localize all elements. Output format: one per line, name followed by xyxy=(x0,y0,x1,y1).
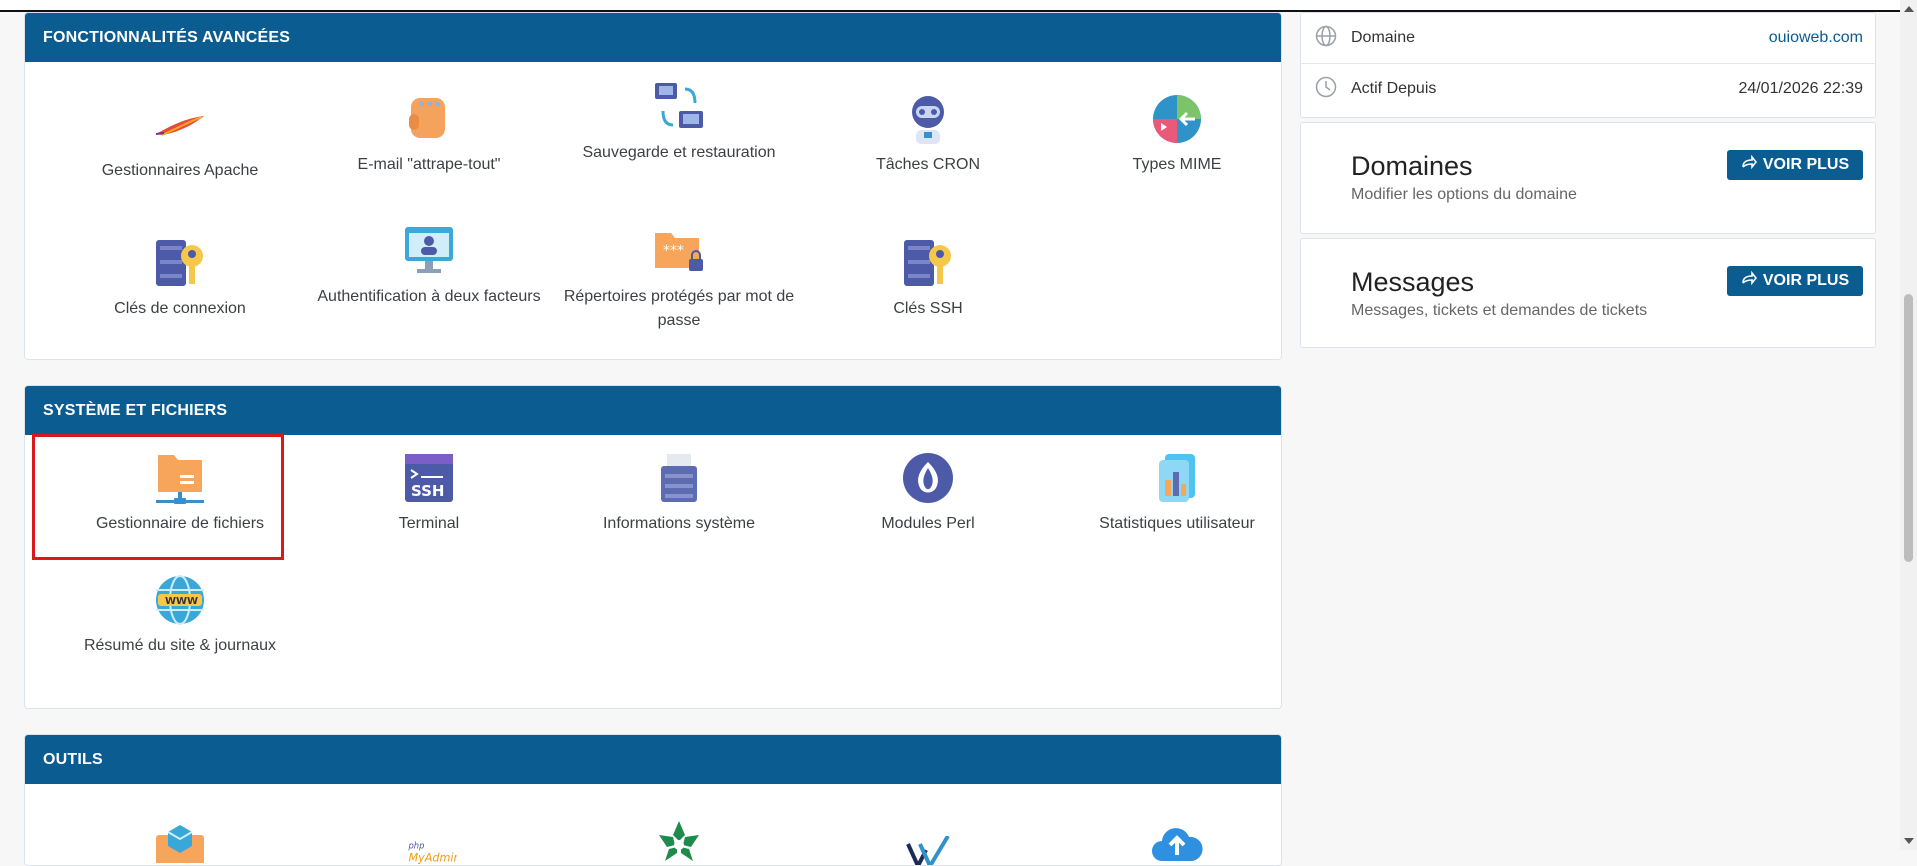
two-factor-auth-item[interactable]: Authentification à deux facteurs xyxy=(305,223,553,309)
www-globe-icon: WWW xyxy=(152,572,208,628)
hand-icon xyxy=(401,91,457,147)
active-since-row: Actif Depuis 24/01/2026 22:39 xyxy=(1301,63,1875,114)
advanced-features-panel: FONCTIONNALITÉS AVANCÉES Gestionnaires A… xyxy=(24,12,1282,360)
tools-item-1[interactable] xyxy=(56,815,304,865)
messages-title: Messages xyxy=(1351,267,1475,297)
active-since-label: Actif Depuis xyxy=(1351,80,1437,97)
protected-directories-item[interactable]: *** Répertoires protégés par mot de pass… xyxy=(555,223,803,333)
page-scrollbar[interactable] xyxy=(1900,0,1917,850)
feather-icon xyxy=(152,97,208,153)
domain-label: Domaine xyxy=(1351,29,1416,46)
tools-panel: OUTILS php MyAdmin xyxy=(24,734,1282,866)
messages-voir-plus-button[interactable]: VOIR PLUS xyxy=(1727,266,1863,296)
locked-folder-icon: *** xyxy=(651,223,707,279)
server-printer-icon xyxy=(651,450,707,506)
domain-row: Domaine ouioweb.com xyxy=(1301,13,1875,63)
globe-icon xyxy=(1315,25,1337,52)
system-info-item[interactable]: Informations système xyxy=(555,450,803,536)
cloud-upload-icon xyxy=(1149,815,1205,865)
clock-icon xyxy=(1315,76,1337,103)
tools-item-5[interactable] xyxy=(1053,815,1281,865)
check-logo-icon xyxy=(900,825,956,865)
mime-types-item[interactable]: Types MIME xyxy=(1053,91,1281,177)
domains-subtitle: Modifier les options du domaine xyxy=(1351,186,1577,203)
stats-document-icon xyxy=(1149,450,1205,506)
svg-text:WWW: WWW xyxy=(165,596,198,607)
catch-all-email-item[interactable]: E-mail "attrape-tout" xyxy=(305,91,553,177)
share-icon xyxy=(1741,154,1757,176)
voir-plus-label: VOIR PLUS xyxy=(1762,156,1850,173)
panel-title: SYSTÈME ET FICHIERS xyxy=(25,386,1281,435)
active-since-value: 24/01/2026 22:39 xyxy=(1738,80,1863,97)
scrollbar-thumb[interactable] xyxy=(1904,294,1913,562)
domain-link[interactable]: ouioweb.com xyxy=(1769,29,1863,47)
tools-item-3[interactable] xyxy=(555,815,803,865)
domains-voir-plus-button[interactable]: VOIR PLUS xyxy=(1727,150,1863,180)
terminal-item[interactable]: SSH Terminal xyxy=(305,450,553,536)
user-statistics-item[interactable]: Statistiques utilisateur xyxy=(1053,450,1281,536)
panel-title: FONCTIONNALITÉS AVANCÉES xyxy=(25,13,1281,62)
apache-handlers-item[interactable]: Gestionnaires Apache xyxy=(56,97,304,183)
server-key-icon xyxy=(152,235,208,291)
tools-item-4[interactable] xyxy=(804,825,1052,865)
svg-text:MyAdmin: MyAdmin xyxy=(408,851,457,864)
svg-text:***: *** xyxy=(663,243,684,259)
computers-sync-icon xyxy=(651,79,707,135)
messages-subtitle: Messages, tickets et demandes de tickets xyxy=(1351,302,1648,319)
monitor-user-icon xyxy=(401,223,457,279)
account-info-card: Domaine ouioweb.com Actif Depuis 24/01/2… xyxy=(1300,12,1876,118)
mime-globe-icon xyxy=(1149,91,1205,147)
scroll-up-arrow[interactable] xyxy=(1904,6,1914,12)
phpmyadmin-icon: php MyAdmin xyxy=(401,825,457,865)
scroll-down-arrow[interactable] xyxy=(1904,838,1914,844)
ssh-terminal-icon: SSH xyxy=(401,450,457,506)
perl-modules-item[interactable]: Modules Perl xyxy=(804,450,1052,536)
backup-restore-item[interactable]: Sauvegarde et restauration xyxy=(555,79,803,165)
messages-card: Messages Messages, tickets et demandes d… xyxy=(1300,238,1876,348)
robot-icon xyxy=(900,91,956,147)
login-keys-item[interactable]: Clés de connexion xyxy=(56,235,304,321)
onion-icon xyxy=(900,450,956,506)
box-icon xyxy=(152,815,208,865)
share-icon xyxy=(1741,270,1757,292)
panel-title: OUTILS xyxy=(25,735,1281,784)
server-key-icon xyxy=(900,235,956,291)
voir-plus-label: VOIR PLUS xyxy=(1762,272,1850,289)
cron-jobs-item[interactable]: Tâches CRON xyxy=(804,91,1052,177)
domains-title: Domaines xyxy=(1351,151,1473,181)
svg-text:php: php xyxy=(407,840,424,850)
svg-text:SSH: SSH xyxy=(411,482,445,500)
tools-item-2[interactable]: php MyAdmin xyxy=(305,825,553,865)
selection-highlight xyxy=(32,434,284,560)
leaf-star-icon xyxy=(651,815,707,865)
domains-card: Domaines Modifier les options du domaine… xyxy=(1300,122,1876,234)
ssh-keys-item[interactable]: Clés SSH xyxy=(804,235,1052,321)
site-summary-logs-item[interactable]: WWW Résumé du site & journaux xyxy=(56,572,304,658)
top-edge xyxy=(0,0,1900,12)
